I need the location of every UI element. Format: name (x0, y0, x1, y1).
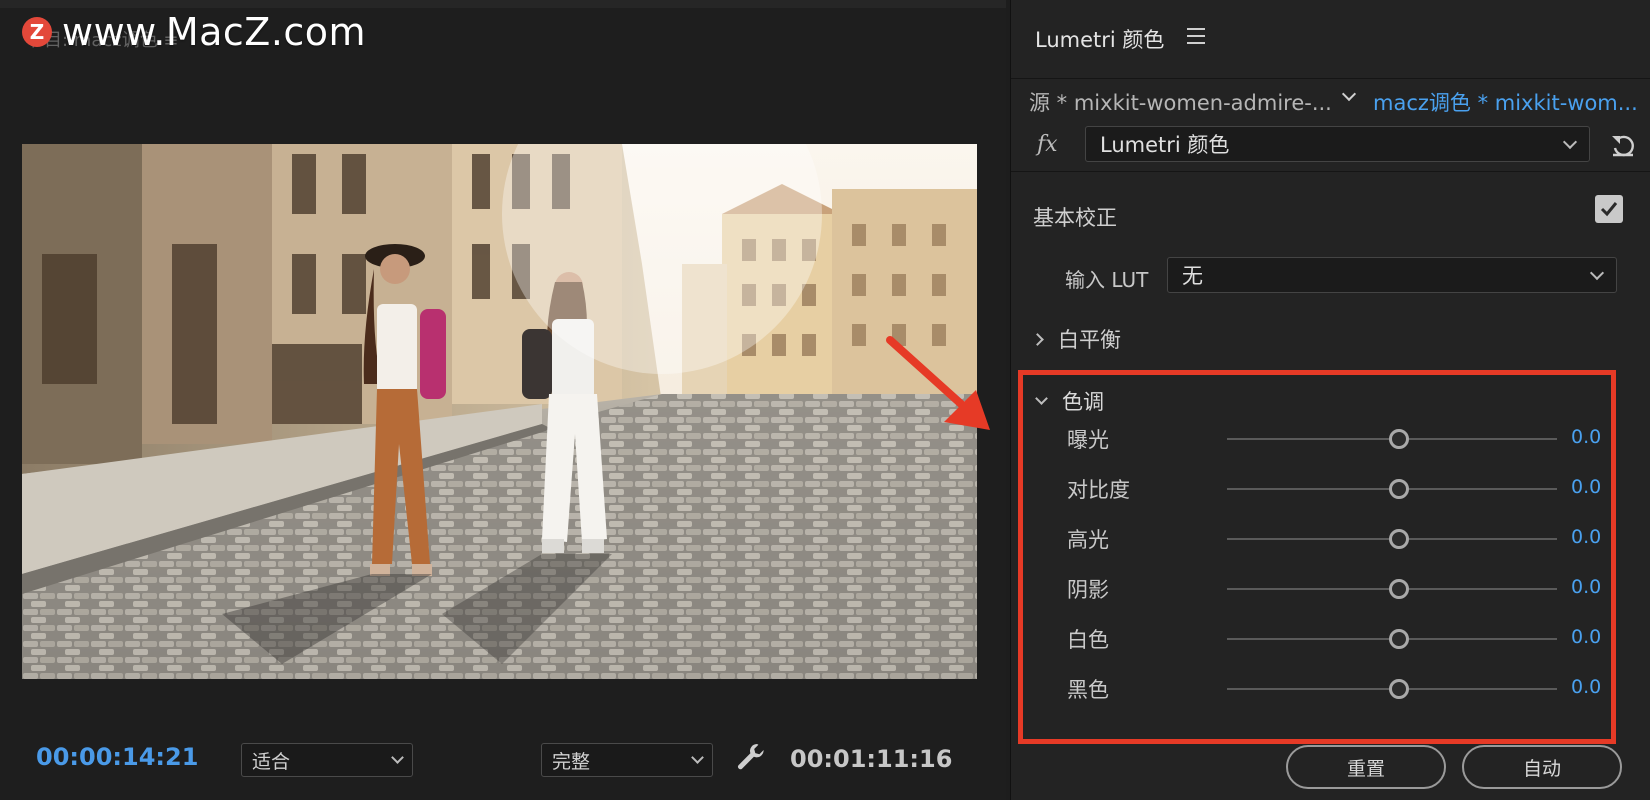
slider-knob[interactable] (1388, 629, 1409, 649)
watermark: Z www.MacZ.com (22, 10, 366, 54)
wrench-icon[interactable] (735, 741, 767, 773)
panel-tab-bar (0, 0, 1006, 8)
playhead-timecode[interactable]: 00:00:14:21 (36, 743, 198, 771)
slider-knob[interactable] (1388, 579, 1409, 599)
auto-button[interactable]: 自动 (1462, 745, 1622, 789)
chevron-down-icon (1589, 265, 1605, 280)
chevron-down-icon[interactable] (1341, 86, 1357, 102)
reset-button[interactable]: 重置 (1286, 745, 1446, 789)
panel-header: Lumetri 颜色 (1011, 0, 1650, 72)
effect-row: fx Lumetri 颜色 (1011, 122, 1650, 172)
fx-icon[interactable]: fx (1037, 132, 1058, 157)
chevron-down-icon (1562, 134, 1578, 149)
slider-value[interactable]: 0.0 (1571, 476, 1601, 498)
reset-effect-icon[interactable] (1609, 130, 1637, 158)
panel-menu-icon[interactable] (1187, 28, 1205, 44)
white-balance-label: 白平衡 (1058, 328, 1121, 352)
playback-quality-value: 完整 (552, 750, 591, 773)
basic-correction-header[interactable]: 基本校正 (1033, 202, 1117, 232)
slider-track[interactable] (1227, 429, 1557, 449)
whites-slider-row: 白色 0.0 (1011, 618, 1650, 658)
white-balance-section[interactable]: 白平衡 (1031, 324, 1121, 354)
exposure-slider-row: 曝光 0.0 (1011, 418, 1650, 458)
program-monitor: 节目: macz调色 ≡ Z www.MacZ.com 00:00:14:21 … (0, 0, 1006, 800)
macz-logo-icon: Z (22, 17, 52, 47)
slider-knob[interactable] (1388, 529, 1409, 549)
effect-dropdown-value: Lumetri 颜色 (1100, 133, 1230, 157)
slider-value[interactable]: 0.0 (1571, 626, 1601, 648)
panel-title[interactable]: Lumetri 颜色 (1035, 24, 1164, 54)
chevron-down-icon (691, 751, 704, 764)
slider-label: 黑色 (1067, 678, 1109, 702)
highlights-slider-row: 高光 0.0 (1011, 518, 1650, 558)
slider-label: 阴影 (1067, 578, 1109, 602)
red-arrow-annotation (886, 336, 990, 430)
slider-value[interactable]: 0.0 (1571, 676, 1601, 698)
zoom-fit-value: 适合 (252, 750, 291, 773)
tone-section-header[interactable]: 色调 (1035, 386, 1104, 416)
slider-label: 对比度 (1067, 478, 1130, 502)
slider-track[interactable] (1227, 679, 1557, 699)
input-lut-label: 输入 LUT (1065, 268, 1149, 292)
blacks-slider-row: 黑色 0.0 (1011, 668, 1650, 708)
slider-knob[interactable] (1388, 479, 1409, 499)
video-frame[interactable] (22, 144, 977, 679)
video-image (22, 144, 977, 679)
shadows-slider-row: 阴影 0.0 (1011, 568, 1650, 608)
watermark-text: www.MacZ.com (62, 10, 367, 54)
slider-track[interactable] (1227, 579, 1557, 599)
tone-label: 色调 (1062, 390, 1104, 414)
slider-track[interactable] (1227, 529, 1557, 549)
effect-dropdown[interactable]: Lumetri 颜色 (1085, 126, 1590, 162)
slider-label: 曝光 (1067, 428, 1109, 452)
playback-quality-dropdown[interactable]: 完整 (541, 743, 713, 777)
slider-track[interactable] (1227, 479, 1557, 499)
zoom-fit-dropdown[interactable]: 适合 (241, 743, 413, 777)
slider-knob[interactable] (1388, 679, 1409, 699)
slider-knob[interactable] (1388, 429, 1409, 449)
chevron-right-icon (1031, 332, 1044, 346)
sequence-duration: 00:01:11:16 (790, 745, 953, 773)
lumetri-color-panel: Lumetri 颜色 源 * mixkit-women-admire-... m… (1010, 0, 1650, 800)
slider-label: 白色 (1067, 628, 1109, 652)
chevron-down-icon (391, 751, 404, 764)
input-lut-dropdown[interactable]: 无 (1167, 257, 1617, 293)
slider-value[interactable]: 0.0 (1571, 576, 1601, 598)
slider-label: 高光 (1067, 528, 1109, 552)
slider-value[interactable]: 0.0 (1571, 526, 1601, 548)
source-clip-label[interactable]: 源 * mixkit-women-admire-... (1029, 87, 1332, 117)
contrast-slider-row: 对比度 0.0 (1011, 468, 1650, 508)
basic-correction-checkbox[interactable] (1595, 195, 1623, 223)
sequence-clip-label[interactable]: macz调色 * mixkit-wom... (1373, 87, 1638, 117)
slider-track[interactable] (1227, 629, 1557, 649)
chevron-down-icon (1035, 391, 1048, 405)
slider-value[interactable]: 0.0 (1571, 426, 1601, 448)
input-lut-value: 无 (1182, 264, 1203, 288)
clip-selector-row: 源 * mixkit-women-admire-... macz调色 * mix… (1011, 78, 1650, 122)
checkmark-icon (1600, 202, 1618, 217)
